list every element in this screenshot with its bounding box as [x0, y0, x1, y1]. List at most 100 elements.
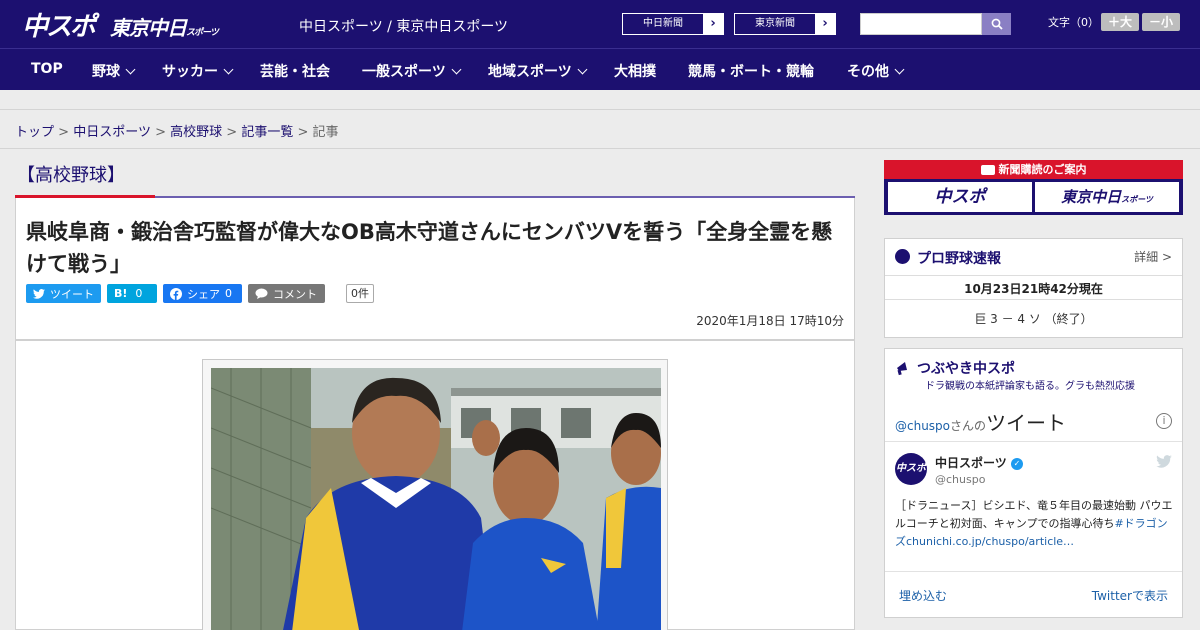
nav-item-label: 一般スポーツ: [362, 64, 446, 80]
breadcrumb-article-list[interactable]: 記事一覧: [241, 125, 293, 140]
breadcrumb-high-school-baseball[interactable]: 高校野球: [170, 125, 222, 140]
tweets-label: ツイート: [986, 411, 1067, 435]
tsubuyaki-heading: つぶやき中スポ: [917, 361, 1015, 377]
chunichi-shimbun-link[interactable]: 中日新聞 ›: [622, 13, 724, 35]
comment-count: 0件: [346, 284, 374, 303]
subscription-heading-text: 新聞購読のご案内: [998, 163, 1087, 176]
speech-bubble-icon: [255, 288, 268, 299]
tsubuyaki-card: つぶやき中スポ ドラ観戦の本紙評論家も語る。グラも熱烈応援 @chuspoさんの…: [884, 348, 1183, 618]
comment-button[interactable]: コメント: [248, 284, 325, 303]
chevron-down-icon: [451, 64, 462, 75]
font-larger-button[interactable]: ＋大: [1101, 13, 1139, 31]
site-names[interactable]: 中日スポーツ / 東京中日スポーツ: [299, 16, 508, 36]
breadcrumb-separator: >: [297, 125, 309, 140]
breadcrumb-top[interactable]: トップ: [15, 125, 54, 140]
view-on-twitter-link[interactable]: Twitterで表示: [1092, 587, 1168, 604]
font-smaller-button[interactable]: －小: [1142, 13, 1180, 31]
chevron-right-icon: ›: [703, 14, 723, 34]
nav-item-soccer[interactable]: サッカー: [162, 61, 234, 81]
tokyo-chunichi-small: スポーツ: [1121, 195, 1153, 204]
nav-item-entertainment[interactable]: 芸能・社会: [260, 61, 330, 81]
divider: [885, 299, 1182, 300]
hatena-bookmark-button[interactable]: B! 0: [107, 284, 157, 303]
subscribe-chuspo-button[interactable]: 中スポ: [888, 182, 1032, 212]
tokyo-logo-small: スポーツ: [186, 28, 219, 38]
article-photo[interactable]: [211, 368, 661, 630]
site-header: 中スポ 東京中日スポーツ 中日スポーツ / 東京中日スポーツ 中日新聞 › 東京…: [0, 0, 1200, 48]
twitter-bird-icon[interactable]: [1156, 455, 1172, 468]
chevron-down-icon: [894, 64, 905, 75]
baseball-detail-link[interactable]: 詳細 >: [1134, 248, 1172, 265]
main-nav: TOP 野球 サッカー 芸能・社会 一般スポーツ 地域スポーツ 大相撲 競馬・ボ…: [0, 48, 1200, 90]
nav-item-regional-sports[interactable]: 地域スポーツ: [488, 61, 588, 81]
article-title: 県岐阜商・鍛治舎巧監督が偉大なOB高木守道さんにセンバツVを誓う「全身全霊を懸け…: [26, 220, 833, 276]
facebook-share-label: シェア: [187, 287, 220, 301]
tokyo-logo-text: 東京中日: [110, 16, 187, 40]
tweet-user-handle[interactable]: @chuspo: [935, 473, 985, 486]
newspaper-icon: [980, 165, 995, 175]
article-photo-area: [15, 340, 855, 630]
paper-link-label: 東京新聞: [755, 18, 795, 29]
chuspo-avatar[interactable]: 中スポ: [895, 453, 927, 485]
header-spacer: [0, 90, 1200, 110]
nav-item-label: 競馬・ボート・競輪: [688, 64, 814, 80]
baseball-scores-card: プロ野球速報 詳細 > 10月23日21時42分現在 巨 3 － 4 ソ （終了…: [884, 238, 1183, 338]
embed-link[interactable]: 埋め込む: [899, 587, 947, 604]
search-button[interactable]: [982, 13, 1011, 35]
tweet-user-name-text: 中日スポーツ: [935, 456, 1007, 470]
article-date: 2020年1月18日 17時10分: [696, 314, 844, 328]
comment-label: コメント: [273, 287, 317, 301]
nav-item-racing[interactable]: 競馬・ボート・競輪: [688, 61, 814, 81]
twitter-handle-suffix: さんの: [950, 419, 987, 433]
facebook-share-button[interactable]: シェア 0: [163, 284, 242, 303]
chuspo-logo[interactable]: 中スポ: [22, 6, 96, 43]
chevron-down-icon: [577, 64, 588, 75]
facebook-icon: [170, 287, 182, 300]
info-icon[interactable]: i: [1156, 413, 1172, 429]
nav-item-label: TOP: [31, 61, 63, 77]
chevron-right-icon: ›: [815, 14, 835, 34]
subscription-banner[interactable]: 新聞購読のご案内 中スポ 東京中日スポーツ: [884, 160, 1183, 215]
hatena-icon: B!: [114, 287, 128, 300]
subscription-heading: 新聞購読のご案内: [884, 160, 1183, 179]
photo-frame: [202, 359, 668, 630]
nav-item-general-sports[interactable]: 一般スポーツ: [362, 61, 462, 81]
divider: [0, 148, 1200, 149]
tweet-label: ツイート: [50, 287, 94, 301]
tsubuyaki-subtitle: ドラ観戦の本紙評論家も語る。グラも熱烈応援: [925, 381, 1135, 392]
megaphone-icon: [897, 362, 907, 376]
tokyo-chunichi-logo[interactable]: 東京中日スポーツ: [110, 12, 219, 41]
paper-link-label: 中日新聞: [643, 18, 683, 29]
chevron-down-icon: [125, 64, 136, 75]
divider: [885, 441, 1182, 442]
verified-badge-icon: ✓: [1010, 457, 1023, 470]
baseball-time: 10月23日21時42分現在: [964, 282, 1103, 296]
twitter-handle-link[interactable]: @chuspo: [895, 419, 950, 433]
nav-item-label: 野球: [92, 64, 120, 80]
nav-item-label: 芸能・社会: [260, 64, 330, 80]
nav-item-top[interactable]: TOP: [31, 61, 63, 77]
breadcrumb-separator: >: [226, 125, 238, 140]
breadcrumb-chuspo[interactable]: 中日スポーツ: [73, 125, 151, 140]
search-input[interactable]: [860, 13, 982, 35]
tokyo-shimbun-link[interactable]: 東京新聞 ›: [734, 13, 836, 35]
nav-item-other[interactable]: その他: [847, 61, 905, 81]
article-header: 県岐阜商・鍛治舎巧監督が偉大なOB高木守道さんにセンバツVを誓う「全身全霊を懸け…: [15, 198, 855, 340]
subscribe-tokyo-chunichi-button[interactable]: 東京中日スポーツ: [1035, 182, 1179, 212]
baseball-icon: [895, 249, 910, 264]
twitter-timeline-title: @chuspoさんのツイート: [895, 407, 1066, 436]
article-category: 【高校野球】: [17, 165, 125, 186]
nav-item-baseball[interactable]: 野球: [92, 61, 136, 81]
baseball-score[interactable]: 巨 3 － 4 ソ （終了）: [885, 310, 1182, 327]
baseball-heading: プロ野球速報: [917, 251, 1001, 267]
divider: [885, 571, 1182, 572]
tweet-text: ［ドラニュース］ビシエド、竜５年目の最速始動 パウエルコーチと初対面、キャンプで…: [895, 497, 1175, 551]
tweet-button[interactable]: ツイート: [26, 284, 101, 303]
nav-item-label: 大相撲: [614, 64, 656, 80]
avatar-logo-text: 中スポ: [896, 463, 926, 474]
font-size-label: 文字（0）: [1048, 16, 1099, 29]
twitter-bird-icon: [33, 288, 45, 299]
nav-item-sumo[interactable]: 大相撲: [614, 61, 656, 81]
nav-item-label: その他: [847, 64, 889, 80]
tweet-user-name[interactable]: 中日スポーツ ✓: [935, 454, 1023, 471]
